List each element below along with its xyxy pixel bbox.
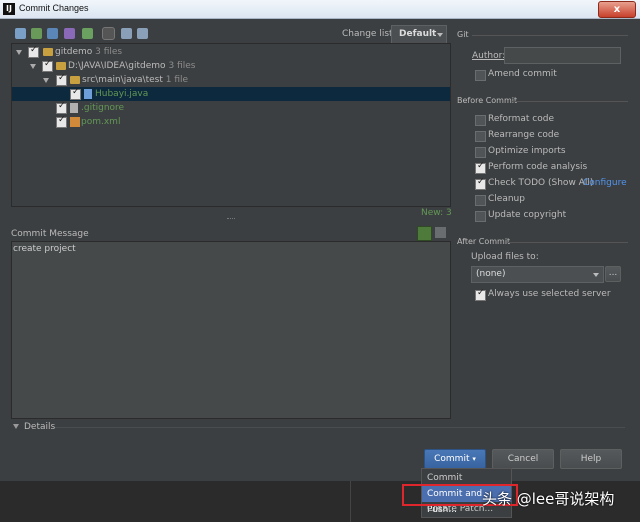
spellcheck-icon[interactable] — [417, 226, 432, 241]
update-copyright-label: Update copyright — [488, 210, 567, 220]
details-separator — [55, 427, 625, 428]
java-file-icon — [84, 89, 92, 99]
changes-status: New: 3 — [421, 208, 452, 218]
amend-commit-checkbox[interactable] — [475, 70, 486, 81]
author-label: Author: — [472, 51, 506, 61]
section-divider — [472, 35, 628, 36]
commit-button[interactable]: Commit ▾ — [424, 449, 486, 469]
changed-files-tree[interactable]: gitdemo 3 files D:\JAVA\IDEA\gitdemo 3 f… — [11, 43, 451, 207]
chevron-down-icon: ▾ — [472, 455, 476, 463]
include-checkbox[interactable] — [70, 87, 81, 100]
maven-file-icon — [70, 117, 80, 127]
commit-message-text: create project — [13, 244, 76, 254]
commit-button-label: Commit — [434, 454, 470, 464]
tree-row-gitdemo[interactable]: gitdemo 3 files — [12, 45, 450, 59]
tree-row-project-path[interactable]: D:\JAVA\IDEA\gitdemo 3 files — [12, 59, 450, 73]
chevron-down-icon — [437, 33, 443, 37]
optimize-imports-label: Optimize imports — [488, 146, 566, 156]
perform-code-analysis-checkbox[interactable] — [475, 161, 486, 174]
expand-arrow-icon[interactable] — [43, 78, 49, 83]
commit-message-input[interactable]: create project — [11, 241, 451, 419]
history-icon[interactable] — [435, 227, 446, 238]
tree-item-label: gitdemo — [55, 47, 93, 57]
file-count: 3 files — [95, 47, 123, 57]
folder-icon — [56, 62, 66, 70]
include-checkbox[interactable] — [56, 101, 67, 114]
diff-icon[interactable] — [47, 28, 58, 39]
tree-item-label: D:\JAVA\IDEA\gitdemo — [68, 61, 166, 71]
tree-item-label: Hubayi.java — [95, 89, 149, 99]
check-todo-label: Check TODO (Show All) — [488, 178, 594, 188]
move-icon[interactable] — [31, 28, 42, 39]
tree-item-label: .gitignore — [81, 103, 125, 113]
tree-item-label: src\main\java\test — [82, 75, 163, 85]
splitter-handle[interactable] — [227, 218, 235, 221]
include-checkbox[interactable] — [42, 59, 53, 72]
before-commit-section-title: Before Commit — [457, 96, 518, 105]
section-divider — [512, 101, 628, 102]
folder-icon — [70, 76, 80, 84]
rollback-icon[interactable] — [64, 28, 75, 39]
tree-item-label: pom.xml — [81, 117, 121, 127]
reformat-code-checkbox[interactable] — [475, 115, 486, 126]
chevron-down-icon — [593, 273, 599, 277]
watermark: 头条 @lee哥说架构 — [482, 490, 615, 508]
expand-icon[interactable] — [121, 28, 132, 39]
browse-server-button[interactable]: ... — [605, 266, 621, 282]
help-button[interactable]: Help — [560, 449, 622, 469]
amend-commit-label: Amend commit — [488, 69, 557, 79]
rearrange-code-checkbox[interactable] — [475, 131, 486, 142]
tree-row-src-path[interactable]: src\main\java\test 1 file — [12, 73, 450, 87]
module-folder-icon — [43, 48, 53, 56]
commit-message-label: Commit Message — [11, 229, 89, 239]
refresh-icon[interactable] — [15, 28, 26, 39]
tree-row-gitignore[interactable]: .gitignore — [12, 101, 450, 115]
upload-server-select[interactable]: (none) — [471, 266, 604, 283]
jump-icon[interactable] — [82, 28, 93, 39]
upload-files-label: Upload files to: — [471, 252, 539, 262]
include-checkbox[interactable] — [28, 45, 39, 58]
always-use-server-checkbox[interactable] — [475, 288, 486, 301]
rearrange-code-label: Rearrange code — [488, 130, 560, 140]
window-title: Commit Changes — [19, 3, 89, 13]
expand-arrow-icon[interactable] — [30, 64, 36, 69]
perform-code-analysis-label: Perform code analysis — [488, 162, 588, 172]
include-checkbox[interactable] — [56, 115, 67, 128]
git-section-title: Git — [457, 30, 469, 39]
always-use-server-label: Always use selected server — [488, 289, 611, 299]
expand-arrow-icon[interactable] — [16, 50, 22, 55]
section-divider — [508, 242, 628, 243]
configure-link[interactable]: Configure — [583, 178, 627, 188]
optimize-imports-checkbox[interactable] — [475, 147, 486, 158]
text-file-icon — [70, 103, 78, 113]
check-todo-checkbox[interactable] — [475, 177, 486, 190]
changelist-select[interactable]: Default — [391, 25, 447, 44]
author-input[interactable] — [504, 47, 621, 64]
include-checkbox[interactable] — [56, 73, 67, 86]
group-icon[interactable] — [102, 27, 115, 40]
window-title-bar: IJ Commit Changes x — [0, 0, 640, 19]
changelist-label: Change list: — [342, 29, 396, 39]
collapse-icon[interactable] — [137, 28, 148, 39]
file-count: 1 file — [165, 75, 189, 85]
tree-row-pom-xml[interactable]: pom.xml — [12, 115, 450, 129]
cleanup-label: Cleanup — [488, 194, 525, 204]
update-copyright-checkbox[interactable] — [475, 211, 486, 222]
background-divider — [350, 481, 351, 522]
close-window-button[interactable]: x — [598, 1, 636, 18]
details-expand-icon[interactable] — [13, 424, 19, 429]
file-count: 3 files — [168, 61, 196, 71]
cleanup-checkbox[interactable] — [475, 195, 486, 206]
reformat-code-label: Reformat code — [488, 114, 554, 124]
upload-server-value: (none) — [476, 269, 506, 279]
changelist-value: Default — [399, 29, 437, 39]
cancel-button[interactable]: Cancel — [492, 449, 554, 469]
app-logo-icon: IJ — [3, 3, 15, 15]
details-toggle[interactable]: Details — [24, 422, 55, 432]
tree-row-hubayi-java[interactable]: Hubayi.java — [12, 87, 450, 101]
after-commit-section-title: After Commit — [457, 237, 511, 246]
